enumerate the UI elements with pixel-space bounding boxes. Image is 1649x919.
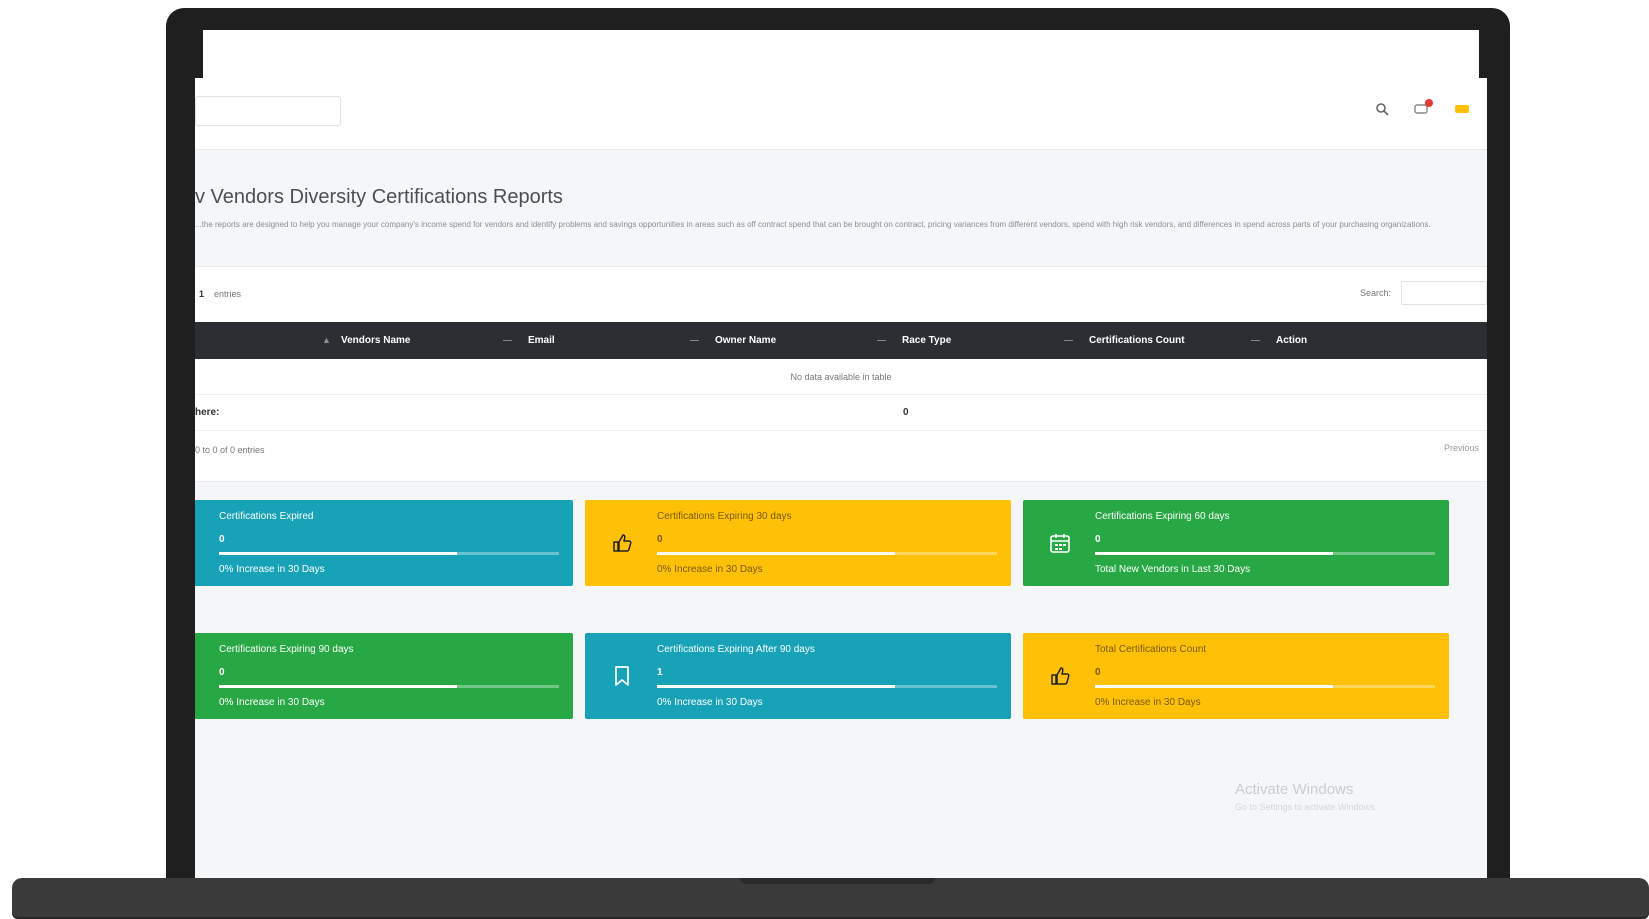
search-icon[interactable] <box>1373 100 1391 118</box>
table-footer-row: here: 0 <box>195 395 1487 431</box>
screen-top-strip <box>203 30 1479 80</box>
activate-windows-watermark: Activate Windows <box>1235 781 1354 798</box>
sort-icon[interactable]: — <box>1064 335 1073 345</box>
table-search-input[interactable] <box>1401 281 1487 305</box>
card-title: Certifications Expiring 90 days <box>219 644 354 655</box>
col-email[interactable]: Email <box>528 335 555 346</box>
entries-length-label: entries <box>214 289 242 299</box>
sort-icon[interactable]: — <box>503 335 512 345</box>
footer-label: here: <box>195 407 220 418</box>
card-progress <box>219 552 559 555</box>
card-progress <box>657 685 997 688</box>
global-search-input[interactable] <box>195 96 341 126</box>
notification-icon[interactable] <box>1413 99 1433 118</box>
table-search-label: Search: <box>1359 288 1391 298</box>
activate-windows-hint: Go to Settings to activate Windows. <box>1235 802 1378 812</box>
card-value: 0 <box>1095 667 1101 678</box>
laptop-mockup: v Vendors Diversity Certifications Repor… <box>0 0 1649 919</box>
top-bar <box>195 78 1487 150</box>
card-subtitle: 0% Increase in 30 Days <box>657 564 763 575</box>
col-certifications-count[interactable]: Certifications Count <box>1089 335 1185 346</box>
card-subtitle: 0% Increase in 30 Days <box>219 564 325 575</box>
table-header: ▲ Vendors Name — Email — Owner Name — Ra… <box>195 322 1487 359</box>
laptop-base-notch <box>740 878 935 884</box>
table-search: Search: <box>1360 281 1487 305</box>
entries-length-select[interactable]: 1 <box>195 289 204 299</box>
card-progress <box>219 685 559 688</box>
notification-badge <box>1425 99 1433 107</box>
laptop-base <box>12 878 1649 919</box>
top-bar-icons <box>1373 99 1471 118</box>
thumbs-up-icon <box>611 532 633 554</box>
card-expiring-30-days[interactable]: Certifications Expiring 30 days 0 0% Inc… <box>585 500 1011 586</box>
card-expiring-after-90-days[interactable]: Certifications Expiring After 90 days 1 … <box>585 633 1011 719</box>
card-subtitle: 0% Increase in 30 Days <box>1095 697 1201 708</box>
sort-icon[interactable]: — <box>1251 335 1260 345</box>
card-subtitle: Total New Vendors in Last 30 Days <box>1095 564 1251 575</box>
footer-total: 0 <box>903 407 909 418</box>
page-title: v Vendors Diversity Certifications Repor… <box>195 186 563 208</box>
col-vendors-name[interactable]: Vendors Name <box>341 335 410 346</box>
card-progress <box>1095 552 1435 555</box>
card-subtitle: 0% Increase in 30 Days <box>657 697 763 708</box>
card-expiring-60-days[interactable]: Certifications Expiring 60 days 0 Total … <box>1023 500 1449 586</box>
card-subtitle: 0% Increase in 30 Days <box>219 697 325 708</box>
card-progress-fill <box>219 685 457 688</box>
card-progress-fill <box>1095 685 1333 688</box>
card-progress-fill <box>219 552 457 555</box>
card-expiring-90-days[interactable]: Certifications Expiring 90 days 0 0% Inc… <box>195 633 573 719</box>
card-title: Certifications Expiring 30 days <box>657 511 792 522</box>
col-owner-name[interactable]: Owner Name <box>715 335 776 346</box>
page-description: ...the reports are designed to help you … <box>195 220 1431 229</box>
col-action[interactable]: Action <box>1276 335 1307 346</box>
sort-asc-icon[interactable]: ▲ <box>322 335 331 345</box>
card-total-certifications[interactable]: Total Certifications Count 0 0% Increase… <box>1023 633 1449 719</box>
card-title: Certifications Expiring 60 days <box>1095 511 1230 522</box>
card-title: Certifications Expiring After 90 days <box>657 644 815 655</box>
calendar-icon <box>1049 532 1071 554</box>
sort-icon[interactable]: — <box>877 335 886 345</box>
card-certifications-expired[interactable]: Certifications Expired 0 0% Increase in … <box>195 500 573 586</box>
card-title: Total Certifications Count <box>1095 644 1207 655</box>
card-progress-fill <box>657 552 895 555</box>
app-screen: v Vendors Diversity Certifications Repor… <box>195 78 1487 898</box>
card-progress-fill <box>1095 552 1333 555</box>
message-icon[interactable] <box>1453 100 1471 118</box>
vendors-table-panel: 1 entries Search: ▲ Vendors Name — Email… <box>195 266 1487 482</box>
table-info: 0 to 0 of 0 entries <box>195 445 265 455</box>
card-value: 0 <box>219 534 225 545</box>
sort-icon[interactable]: — <box>690 335 699 345</box>
card-progress <box>1095 685 1435 688</box>
card-title: Certifications Expired <box>219 511 314 522</box>
card-value: 0 <box>219 667 225 678</box>
entries-length-control: 1 entries <box>195 289 241 299</box>
card-value: 0 <box>1095 534 1101 545</box>
previous-page-button[interactable]: Previous <box>1444 443 1479 453</box>
card-value: 1 <box>657 667 663 678</box>
bookmark-icon <box>611 665 633 687</box>
empty-table-message: No data available in table <box>195 359 1487 395</box>
card-progress <box>657 552 997 555</box>
col-race-type[interactable]: Race Type <box>902 335 951 346</box>
thumbs-up-icon <box>1049 665 1071 687</box>
card-value: 0 <box>657 534 663 545</box>
card-progress-fill <box>657 685 895 688</box>
